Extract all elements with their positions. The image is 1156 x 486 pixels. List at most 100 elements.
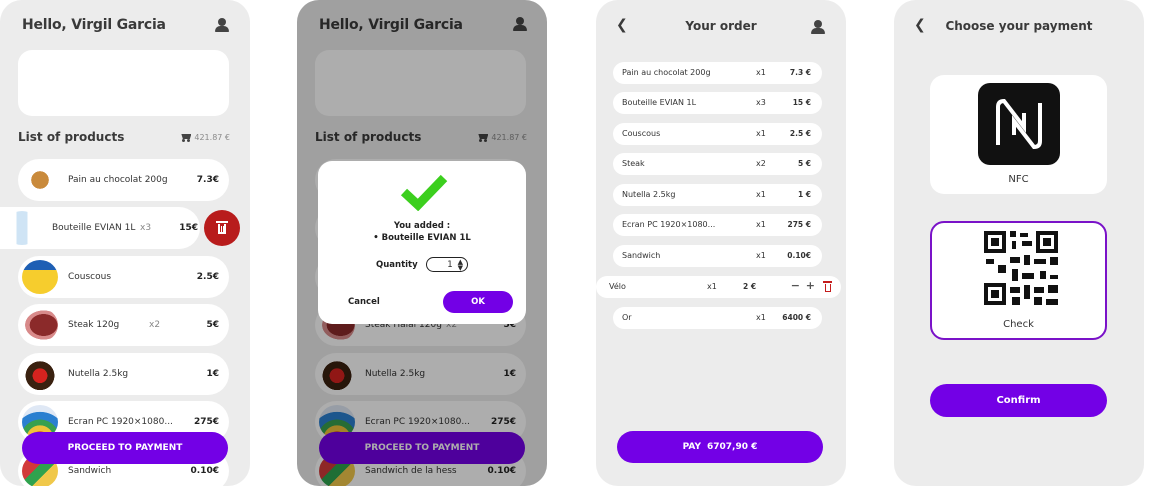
order-item-qty: x2 bbox=[756, 159, 766, 168]
payment-option-label: Check bbox=[1003, 319, 1034, 330]
product-name: Ecran PC 1920×1080... bbox=[68, 417, 173, 427]
order-row[interactable]: Bouteille EVIAN 1L x3 15 € bbox=[613, 92, 822, 114]
order-item-qty: x1 bbox=[707, 282, 717, 291]
product-price: 1€ bbox=[206, 369, 219, 379]
product-price: 0.10€ bbox=[190, 466, 219, 476]
delete-button[interactable] bbox=[204, 210, 240, 246]
product-item-swiped[interactable]: Bouteille EVIAN 1L x3 15€ bbox=[0, 207, 200, 249]
order-item-qty: x1 bbox=[756, 68, 766, 77]
cancel-button[interactable]: Cancel bbox=[348, 297, 380, 307]
qr-code-icon bbox=[984, 231, 1058, 305]
quantity-label: Quantity bbox=[376, 260, 418, 270]
product-list-screen: Hello, Virgil Garcia List of products 42… bbox=[0, 0, 250, 486]
order-item-price: 2.5 € bbox=[789, 129, 811, 138]
pay-button[interactable]: PAY 6707,90 € bbox=[617, 431, 823, 463]
dialog-title: You added : bbox=[393, 221, 451, 231]
order-item-name: Vélo bbox=[609, 282, 626, 291]
trash-icon bbox=[216, 221, 228, 235]
nfc-icon bbox=[978, 83, 1060, 165]
product-name: Couscous bbox=[68, 272, 112, 282]
user-icon[interactable] bbox=[215, 18, 229, 32]
order-item-price: 6400 € bbox=[782, 313, 811, 322]
product-price: 2.5€ bbox=[196, 272, 219, 282]
order-item-name: Sandwich bbox=[622, 251, 661, 260]
product-item[interactable]: Steak 120g x2 5€ bbox=[18, 304, 229, 346]
order-item-price: 5 € bbox=[797, 159, 811, 168]
product-item[interactable]: Pain au chocolat 200g 7.3€ bbox=[18, 159, 229, 201]
added-product-dialog: You added : • Bouteille EVIAN 1L Quantit… bbox=[318, 161, 526, 324]
section-title: List of products bbox=[18, 130, 125, 144]
checkmark-icon bbox=[400, 174, 448, 211]
order-item-name: Or bbox=[622, 313, 632, 322]
order-row[interactable]: Nutella 2.5kg x1 1 € bbox=[613, 184, 822, 206]
order-item-price: 7.3 € bbox=[789, 68, 811, 77]
product-image bbox=[22, 357, 58, 391]
product-quantity: x2 bbox=[149, 320, 161, 330]
order-item-qty: x1 bbox=[756, 129, 766, 138]
screen-title: Choose your payment bbox=[945, 19, 1093, 33]
increase-button[interactable]: + bbox=[806, 280, 815, 292]
cart-total-value: 421.87 € bbox=[194, 133, 230, 142]
decrease-button[interactable]: − bbox=[791, 280, 800, 292]
trash-icon[interactable] bbox=[823, 281, 832, 292]
product-image bbox=[22, 260, 58, 294]
product-image bbox=[22, 308, 58, 342]
pay-label: PAY bbox=[682, 442, 701, 452]
product-item[interactable]: Couscous 2.5€ bbox=[18, 256, 229, 298]
order-item-price: 0.10€ bbox=[787, 251, 811, 260]
product-item[interactable]: Nutella 2.5kg 1€ bbox=[18, 353, 229, 395]
order-item-name: Pain au chocolat 200g bbox=[622, 68, 711, 77]
promo-banner bbox=[18, 50, 229, 116]
order-row[interactable]: Pain au chocolat 200g x1 7.3 € bbox=[613, 62, 822, 84]
confirm-button[interactable]: Confirm bbox=[930, 384, 1107, 417]
product-name: Steak 120g bbox=[68, 320, 120, 330]
order-item-name: Bouteille EVIAN 1L bbox=[622, 98, 697, 107]
add-product-screen: Hello, Virgil Garcia List of products 42… bbox=[297, 0, 547, 486]
product-price: 275€ bbox=[193, 417, 219, 427]
product-price: 15€ bbox=[179, 223, 198, 233]
order-item-price: 1 € bbox=[797, 190, 811, 199]
screen-title: Your order bbox=[685, 19, 757, 33]
product-name: Nutella 2.5kg bbox=[68, 369, 129, 379]
order-row[interactable]: Steak x2 5 € bbox=[613, 153, 822, 175]
payment-option-label: NFC bbox=[1008, 174, 1029, 185]
check-option[interactable]: Check bbox=[930, 221, 1107, 340]
pay-total: 6707,90 € bbox=[707, 442, 758, 452]
product-name: Bouteille EVIAN 1L bbox=[52, 223, 136, 233]
user-icon[interactable] bbox=[811, 20, 825, 34]
order-item-qty: x1 bbox=[756, 313, 766, 322]
order-row-expanded[interactable]: Vélo x1 2 € − + bbox=[596, 276, 841, 298]
nfc-option[interactable]: NFC bbox=[930, 75, 1107, 194]
product-quantity: x3 bbox=[140, 223, 152, 233]
order-item-name: Couscous bbox=[622, 129, 661, 138]
order-item-qty: x1 bbox=[756, 190, 766, 199]
product-image bbox=[4, 211, 40, 245]
order-item-price: 2 € bbox=[743, 282, 757, 291]
order-item-name: Ecran PC 1920×1080... bbox=[622, 220, 716, 229]
product-name: Pain au chocolat 200g bbox=[68, 175, 168, 185]
product-image bbox=[22, 163, 58, 197]
cart-total[interactable]: 421.87 € bbox=[179, 133, 230, 142]
order-item-price: 15 € bbox=[792, 98, 811, 107]
order-row[interactable]: Sandwich x1 0.10€ bbox=[613, 245, 822, 267]
ok-button[interactable]: OK bbox=[443, 291, 513, 313]
order-row[interactable]: Ecran PC 1920×1080... x1 275 € bbox=[613, 214, 822, 236]
dialog-item: • Bouteille EVIAN 1L bbox=[373, 233, 471, 243]
greeting: Hello, Virgil Garcia bbox=[22, 17, 166, 33]
order-row[interactable]: Couscous x1 2.5 € bbox=[613, 123, 822, 145]
order-row[interactable]: Or x1 6400 € bbox=[613, 307, 822, 329]
product-price: 7.3€ bbox=[196, 175, 219, 185]
cart-icon bbox=[179, 133, 192, 142]
order-item-qty: x1 bbox=[756, 220, 766, 229]
product-name: Sandwich bbox=[68, 466, 112, 476]
order-item-qty: x3 bbox=[756, 98, 766, 107]
order-screen: ❮ Your order Pain au chocolat 200g x1 7.… bbox=[596, 0, 846, 486]
order-item-qty: x1 bbox=[756, 251, 766, 260]
order-item-name: Steak bbox=[622, 159, 645, 168]
quantity-value: 1 bbox=[447, 259, 453, 270]
order-item-price: 275 € bbox=[787, 220, 812, 229]
order-item-name: Nutella 2.5kg bbox=[622, 190, 676, 199]
proceed-to-payment-button[interactable]: PROCEED TO PAYMENT bbox=[22, 432, 228, 464]
product-price: 5€ bbox=[206, 320, 219, 330]
quantity-select[interactable]: 1 ▲ ▼ bbox=[426, 257, 468, 272]
